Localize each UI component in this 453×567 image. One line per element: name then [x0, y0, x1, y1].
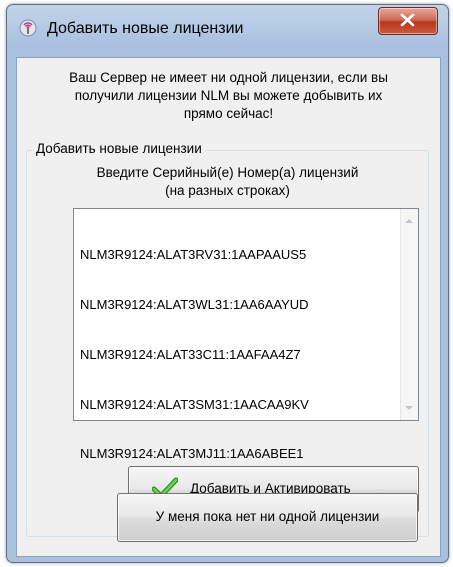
license-line: NLM3R9124:ALAT3RV31:1AAPAAUS5: [80, 247, 307, 263]
antenna-icon: [19, 19, 37, 37]
dialog-client-area: Ваш Сервер не имеет ни одной лицензии, е…: [16, 57, 441, 557]
close-icon: [400, 13, 415, 27]
group-instruction: Введите Серийный(е) Номер(а) лицензий (н…: [27, 164, 428, 200]
no-license-button[interactable]: У меня пока нет ни одной лицензии: [117, 493, 418, 542]
intro-line: получили лицензии NLM вы можете добывить…: [74, 88, 383, 103]
license-lines: NLM3R9124:ALAT3RV31:1AAPAAUS5 NLM3R9124:…: [80, 214, 396, 496]
scroll-down-arrow-icon[interactable]: [405, 406, 413, 410]
scroll-up-arrow-icon[interactable]: [405, 219, 413, 223]
dialog-window: Добавить новые лицензии Ваш Сервер не им…: [6, 4, 449, 563]
no-license-label: У меня пока нет ни одной лицензии: [155, 509, 380, 524]
group-legend: Добавить новые лицензии: [33, 141, 205, 156]
intro-message: Ваш Сервер не имеет ни одной лицензии, е…: [17, 69, 440, 123]
add-licenses-group: Добавить новые лицензии Введите Серийный…: [26, 141, 429, 537]
intro-line: прямо сейчас!: [183, 106, 274, 121]
license-line: NLM3R9124:ALAT3SM31:1AACAA9KV: [80, 396, 309, 412]
license-textarea[interactable]: NLM3R9124:ALAT3RV31:1AAPAAUS5 NLM3R9124:…: [73, 208, 419, 461]
title-bar[interactable]: Добавить новые лицензии: [7, 5, 448, 43]
close-button[interactable]: [378, 7, 438, 35]
license-line: NLM3R9124:ALAT33C11:1AAFAA4Z7: [80, 346, 301, 362]
instruction-line: Введите Серийный(е) Номер(а) лицензий: [96, 165, 359, 180]
instruction-line: (на разных строках): [165, 183, 290, 198]
intro-line: Ваш Сервер не имеет ни одной лицензии, е…: [69, 70, 388, 85]
window-title: Добавить новые лицензии: [47, 20, 244, 37]
license-line: NLM3R9124:ALAT3WL31:1AA6AAYUD: [80, 296, 309, 312]
license-line: NLM3R9124:ALAT3MJ11:1AA6ABEE1: [80, 446, 304, 462]
textarea-scrollbar[interactable]: [400, 209, 418, 420]
